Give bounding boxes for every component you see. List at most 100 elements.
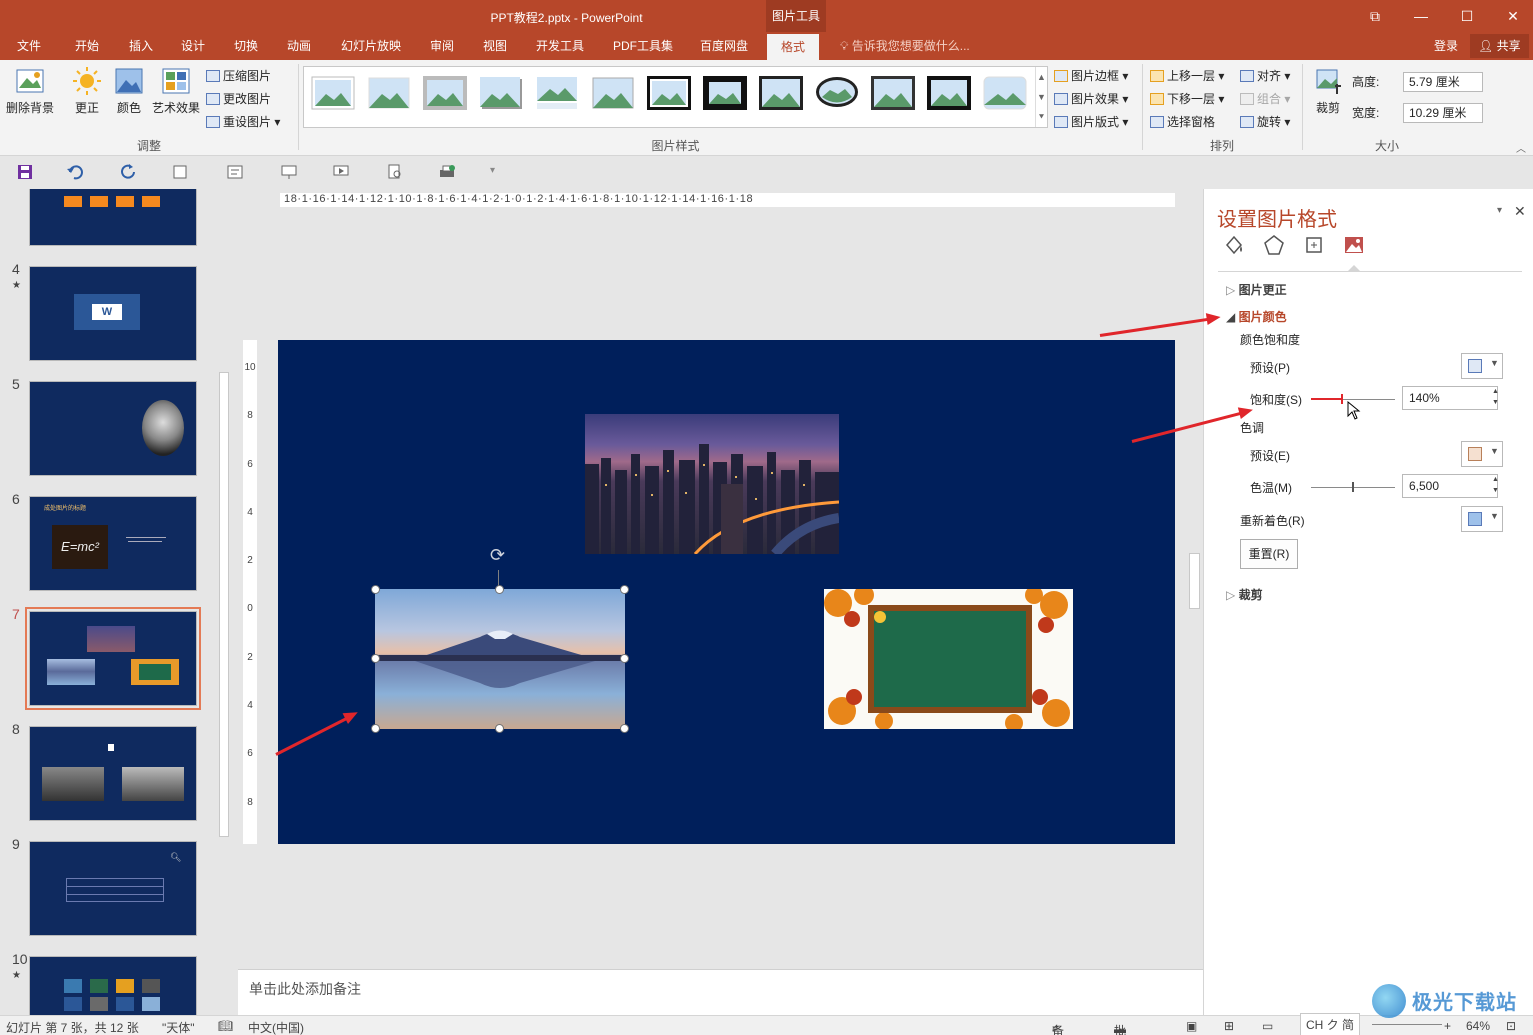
saturation-preset-dropdown[interactable]: ▼: [1461, 353, 1503, 379]
save-icon[interactable]: [16, 164, 34, 180]
tab-view[interactable]: 视图: [483, 32, 507, 60]
tab-design[interactable]: 设计: [181, 32, 205, 60]
recolor-dropdown[interactable]: ▼: [1461, 506, 1503, 532]
zoom-slider[interactable]: [1372, 1024, 1442, 1025]
style-double-frame-black[interactable]: [646, 75, 692, 111]
slide-thumbnail-9[interactable]: 🔍︎: [29, 841, 197, 936]
close-button[interactable]: ✕: [1490, 0, 1533, 32]
style-rotated-white[interactable]: [590, 75, 636, 111]
bring-forward-button[interactable]: 上移一层 ▾: [1150, 67, 1224, 84]
slide-thumbnail-3[interactable]: [29, 189, 197, 246]
crop-button[interactable]: 裁剪: [1308, 66, 1348, 116]
picture-border-button[interactable]: 图片边框 ▾: [1054, 67, 1128, 84]
height-input[interactable]: 5.79 厘米: [1403, 72, 1483, 92]
tab-insert[interactable]: 插入: [129, 32, 153, 60]
resize-handle-se[interactable]: [620, 724, 629, 733]
align-button[interactable]: 对齐 ▾: [1240, 67, 1290, 84]
size-properties-icon[interactable]: [1302, 233, 1326, 257]
resize-handle-s[interactable]: [495, 724, 504, 733]
slide-sorter-icon[interactable]: ⊞: [1224, 1019, 1234, 1033]
pane-options-icon[interactable]: ▾: [1497, 205, 1502, 216]
tab-pdf-tools[interactable]: PDF工具集: [613, 32, 673, 60]
resize-handle-ne[interactable]: [620, 585, 629, 594]
saturation-spinner[interactable]: ▲ ▼: [1492, 386, 1499, 408]
style-center-shadow[interactable]: [870, 75, 916, 111]
section-picture-color[interactable]: ◢ 图片颜色: [1226, 308, 1287, 325]
maximize-button[interactable]: ☐: [1444, 0, 1490, 32]
spellcheck-icon[interactable]: 📖︎: [218, 1019, 233, 1033]
tab-developer[interactable]: 开发工具: [536, 32, 584, 60]
effects-pentagon-icon[interactable]: [1262, 233, 1286, 257]
collapse-ribbon-icon[interactable]: ︿: [1516, 140, 1526, 155]
style-drop-shadow[interactable]: [478, 75, 524, 111]
tone-preset-dropdown[interactable]: ▼: [1461, 441, 1503, 467]
remove-background-button[interactable]: 删除背景: [4, 66, 56, 116]
artistic-effects-button[interactable]: 艺术效果: [150, 66, 202, 116]
picture-layout-button[interactable]: 图片版式 ▾: [1054, 113, 1128, 130]
picture-styles-gallery[interactable]: ▲ ▼ ⯆: [303, 66, 1048, 128]
chalkboard-image[interactable]: [824, 589, 1073, 729]
pane-close-icon[interactable]: ✕: [1514, 203, 1526, 220]
resize-handle-n[interactable]: [495, 585, 504, 594]
slide-thumbnail-6[interactable]: 成处图片的标题 E=mc²: [29, 496, 197, 591]
tab-review[interactable]: 审阅: [430, 32, 454, 60]
tab-format[interactable]: 格式: [767, 34, 820, 60]
resize-handle-w[interactable]: [371, 654, 380, 663]
tab-baidu-netdisk[interactable]: 百度网盘: [700, 32, 748, 60]
style-simple-frame[interactable]: [310, 75, 356, 111]
selection-pane-button[interactable]: 选择窗格: [1150, 113, 1215, 130]
width-input[interactable]: 10.29 厘米: [1403, 103, 1483, 123]
fill-line-icon[interactable]: [1222, 233, 1246, 257]
tell-me-search[interactable]: 💡︎ 告诉我您想要做什么...: [840, 32, 970, 60]
ime-indicator[interactable]: CH ク 简: [1300, 1013, 1361, 1035]
text-box-icon[interactable]: [226, 164, 244, 180]
quick-print-icon[interactable]: [438, 164, 456, 180]
style-soft-edge[interactable]: [366, 75, 412, 111]
style-thick-matte-black[interactable]: [702, 75, 748, 111]
print-preview-icon[interactable]: [386, 164, 404, 180]
slideshow-start-icon[interactable]: [280, 164, 298, 180]
section-picture-corrections[interactable]: ▷ 图片更正: [1226, 281, 1287, 298]
style-oval[interactable]: [814, 75, 860, 111]
reset-picture-button[interactable]: 重设图片 ▾: [206, 113, 280, 130]
picture-icon[interactable]: [1342, 233, 1366, 257]
color-button[interactable]: 颜色: [112, 66, 146, 116]
new-slide-icon[interactable]: [172, 164, 190, 180]
compress-pictures-button[interactable]: 压缩图片: [206, 67, 271, 84]
tab-transitions[interactable]: 切换: [234, 32, 258, 60]
gallery-scroll-arrows[interactable]: ▲ ▼ ⯆: [1035, 67, 1047, 127]
notes-area[interactable]: 单击此处添加备注: [238, 969, 1203, 1015]
style-beveled-black[interactable]: [926, 75, 972, 111]
resize-handle-nw[interactable]: [371, 585, 380, 594]
temperature-spinner[interactable]: ▲ ▼: [1492, 474, 1499, 496]
minimize-button[interactable]: —: [1398, 0, 1444, 32]
send-backward-button[interactable]: 下移一层 ▾: [1150, 90, 1224, 107]
temperature-input[interactable]: 6,500: [1402, 474, 1498, 498]
tab-slideshow[interactable]: 幻灯片放映: [341, 32, 401, 60]
reading-view-icon[interactable]: ▭: [1262, 1019, 1273, 1033]
normal-view-icon[interactable]: ▣: [1186, 1019, 1197, 1033]
reset-button[interactable]: 重置(R): [1240, 539, 1298, 569]
style-reflected[interactable]: [534, 75, 580, 111]
resize-handle-e[interactable]: [620, 654, 629, 663]
tab-animations[interactable]: 动画: [287, 32, 311, 60]
customize-qat-icon[interactable]: ▾: [490, 165, 495, 176]
resize-handle-sw[interactable]: [371, 724, 380, 733]
style-metal-frame[interactable]: [422, 75, 468, 111]
slide-thumbnail-5[interactable]: [29, 381, 197, 476]
saturation-slider-thumb[interactable]: [1341, 394, 1343, 404]
ribbon-display-options-icon[interactable]: ⧉: [1352, 0, 1398, 32]
rotate-handle-icon[interactable]: ⟳: [490, 545, 505, 566]
section-crop[interactable]: ▷ 裁剪: [1226, 586, 1263, 603]
style-simple-black[interactable]: [758, 75, 804, 111]
picture-effects-button[interactable]: 图片效果 ▾: [1054, 90, 1128, 107]
slide-thumbnail-4[interactable]: W: [29, 266, 197, 361]
tab-home[interactable]: 开始: [75, 32, 99, 60]
temperature-slider-thumb[interactable]: [1352, 482, 1354, 492]
group-button[interactable]: 组合 ▾: [1240, 90, 1290, 107]
city-night-image[interactable]: [585, 414, 839, 554]
zoom-in-icon[interactable]: +: [1444, 1019, 1451, 1033]
zoom-level[interactable]: 64%: [1466, 1019, 1490, 1033]
redo-icon[interactable]: [120, 164, 138, 180]
mountain-lake-image[interactable]: [375, 589, 625, 729]
